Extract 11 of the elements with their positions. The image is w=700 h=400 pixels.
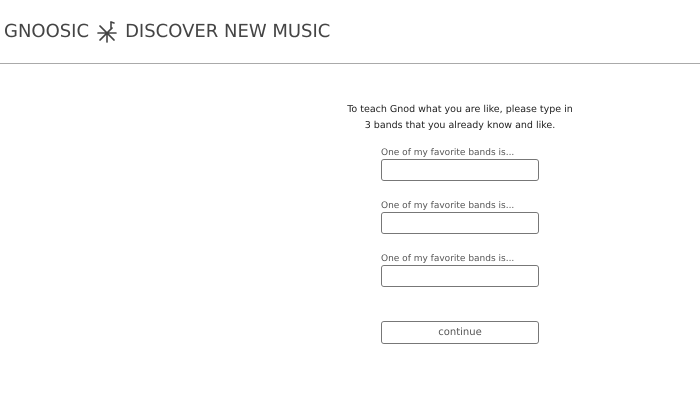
field-label: One of my favorite bands is... [381,201,516,211]
continue-button[interactable]: continue [381,321,539,344]
site-tagline: DISCOVER NEW MUSIC [125,21,330,42]
sparkle-note-icon [95,20,120,44]
field-label: One of my favorite bands is... [381,254,516,264]
band-input[interactable] [381,212,539,234]
intro-text: To teach Gnod what you are like, please type in 3 bands that you already know and like. [346,103,574,133]
site-title[interactable]: GNOOSIC [4,21,90,42]
band-input[interactable] [381,265,539,287]
band-input[interactable] [381,159,539,181]
field-label: One of my favorite bands is... [381,148,516,158]
